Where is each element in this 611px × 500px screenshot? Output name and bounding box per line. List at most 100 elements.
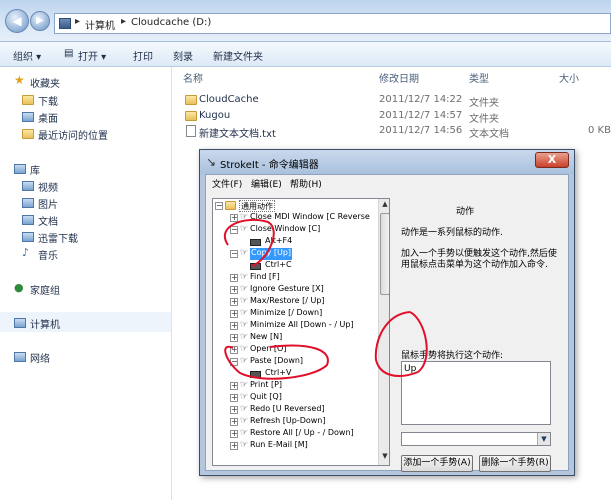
collapse-icon[interactable]: − — [230, 358, 238, 366]
file-type: 文件夹 — [469, 114, 499, 125]
chevron-down-icon[interactable]: ▼ — [537, 433, 550, 445]
nav-network[interactable]: 网络 — [30, 350, 50, 365]
close-button[interactable]: X — [535, 152, 569, 168]
expand-icon[interactable]: + — [230, 334, 238, 342]
nav-libraries[interactable]: 库 — [30, 162, 40, 177]
back-button[interactable]: ◀ — [5, 9, 29, 33]
expand-icon[interactable]: + — [230, 430, 238, 438]
expand-icon[interactable]: + — [230, 310, 238, 318]
gesture-icon: ☞ — [240, 308, 249, 318]
open-button[interactable]: 打开 ▾ — [78, 48, 106, 63]
tree-item[interactable]: Print [P] — [250, 380, 282, 392]
tree-item[interactable]: Minimize All [Down - / Up] — [250, 320, 354, 332]
gesture-icon: ☞ — [240, 440, 249, 450]
delete-gesture-button[interactable]: 删除一个手势(R) — [479, 455, 551, 472]
scroll-thumb[interactable] — [380, 213, 389, 295]
add-gesture-button[interactable]: 添加一个手势(A) — [401, 455, 473, 472]
burn-button[interactable]: 刻录 — [173, 48, 193, 63]
nav-computer[interactable]: 计算机 — [30, 316, 60, 331]
expand-icon[interactable]: + — [230, 406, 238, 414]
collapse-icon[interactable]: − — [230, 250, 238, 258]
collapse-icon[interactable]: − — [230, 226, 238, 234]
file-name[interactable]: Kugou — [199, 110, 230, 121]
file-name[interactable]: CloudCache — [199, 94, 259, 105]
gesture-listbox[interactable]: Up — [401, 361, 551, 425]
tree-subitem[interactable]: Ctrl+C — [265, 260, 292, 272]
action-description: 动作是一系列鼠标的动作. — [401, 228, 503, 238]
expand-icon[interactable]: + — [230, 274, 238, 282]
tree-item[interactable]: New [N] — [250, 332, 282, 344]
tree-item[interactable]: Paste [Down] — [250, 356, 303, 368]
gesture-icon: ☞ — [240, 248, 249, 258]
forward-button[interactable]: ▶ — [30, 11, 50, 31]
tree-item[interactable]: Redo [U Reversed] — [250, 404, 325, 416]
scroll-up-icon[interactable]: ▲ — [380, 200, 389, 212]
favorites-star-icon: ★ — [14, 73, 25, 87]
menu-edit[interactable]: 编辑(E) — [251, 177, 282, 190]
file-name[interactable]: 新建文本文档.txt — [199, 125, 276, 140]
tree-item-selected[interactable]: Copy [Up] — [250, 248, 293, 260]
tree-item[interactable]: Ignore Gesture [X] — [250, 284, 324, 296]
downloads-folder-icon — [22, 95, 34, 105]
column-type[interactable]: 类型 — [469, 70, 489, 85]
organize-button[interactable]: 组织 ▾ — [13, 48, 41, 63]
tree-item[interactable]: Restore All [/ Up - / Down] — [250, 428, 354, 440]
nav-thunder[interactable]: 迅雷下载 — [38, 230, 78, 245]
expand-icon[interactable]: + — [230, 286, 238, 294]
action-tree[interactable]: − 通用动作 + ☞ Close MDI Window [C Reverse −… — [212, 198, 390, 466]
nav-homegroup[interactable]: 家庭组 — [30, 282, 60, 297]
action-heading: 动作 — [456, 207, 475, 217]
tree-item[interactable]: Run E-Mail [M] — [250, 440, 308, 452]
thunder-download-icon — [22, 232, 34, 242]
breadcrumb-separator-icon: ▸ — [121, 16, 127, 27]
expand-icon[interactable]: + — [230, 418, 238, 426]
print-button[interactable]: 打印 — [133, 48, 153, 63]
breadcrumb-computer[interactable]: 计算机 — [85, 17, 115, 32]
nav-music[interactable]: 音乐 — [38, 247, 58, 262]
column-modified[interactable]: 修改日期 — [379, 70, 419, 85]
tree-item[interactable]: Refresh [Up-Down] — [250, 416, 325, 428]
nav-downloads[interactable]: 下载 — [38, 93, 58, 108]
gesture-icon: ☞ — [240, 332, 249, 342]
tree-scrollbar[interactable]: ▲ ▼ — [378, 199, 389, 465]
dialog-titlebar[interactable]: ↘ StrokeIt - 命令编辑器 X — [200, 150, 574, 174]
tree-item[interactable]: Close Window [C] — [250, 224, 320, 236]
tree-subitem[interactable]: Alt+F4 — [265, 236, 292, 248]
expand-icon[interactable]: + — [230, 442, 238, 450]
collapse-icon[interactable]: − — [215, 202, 223, 210]
expand-icon[interactable]: + — [230, 346, 238, 354]
nav-recent[interactable]: 最近访问的位置 — [38, 127, 108, 142]
expand-icon[interactable]: + — [230, 214, 238, 222]
address-input[interactable]: ▸ 计算机 ▸ Cloudcache (D:) — [54, 13, 611, 34]
nav-pictures[interactable]: 图片 — [38, 196, 58, 211]
expand-icon[interactable]: + — [230, 322, 238, 330]
tree-root[interactable]: 通用动作 — [239, 200, 275, 212]
nav-desktop[interactable]: 桌面 — [38, 110, 58, 125]
gesture-dropdown[interactable]: ▼ — [401, 432, 551, 446]
menu-help[interactable]: 帮助(H) — [290, 177, 322, 190]
expand-icon[interactable]: + — [230, 394, 238, 402]
keyboard-icon — [250, 239, 261, 246]
gesture-value[interactable]: Up — [404, 364, 416, 374]
column-name[interactable]: 名称 — [183, 70, 203, 85]
breadcrumb-drive[interactable]: Cloudcache (D:) — [131, 17, 211, 28]
tree-item[interactable]: Quit [Q] — [250, 392, 282, 404]
scroll-down-icon[interactable]: ▼ — [380, 452, 389, 464]
tree-item[interactable]: Minimize [/ Down] — [250, 308, 322, 320]
tree-item[interactable]: Close MDI Window [C Reverse — [250, 212, 370, 224]
tree-item[interactable]: Max/Restore [/ Up] — [250, 296, 325, 308]
nav-videos[interactable]: 视频 — [38, 179, 58, 194]
nav-favorites[interactable]: 收藏夹 — [30, 75, 60, 90]
homegroup-icon: ● — [14, 281, 24, 294]
nav-documents[interactable]: 文档 — [38, 213, 58, 228]
tree-item[interactable]: Find [F] — [250, 272, 280, 284]
tree-subitem[interactable]: Ctrl+V — [265, 368, 291, 380]
new-folder-button[interactable]: 新建文件夹 — [213, 48, 263, 63]
menu-file[interactable]: 文件(F) — [212, 177, 242, 190]
action-panel: 动作 动作是一系列鼠标的动作. 加入一个手势以便触发这个动作,然后使 用鼠标点击… — [398, 191, 568, 472]
expand-icon[interactable]: + — [230, 382, 238, 390]
expand-icon[interactable]: + — [230, 298, 238, 306]
gesture-icon: ☞ — [240, 404, 249, 414]
column-size[interactable]: 大小 — [559, 70, 579, 85]
tree-item[interactable]: Open [O] — [250, 344, 286, 356]
